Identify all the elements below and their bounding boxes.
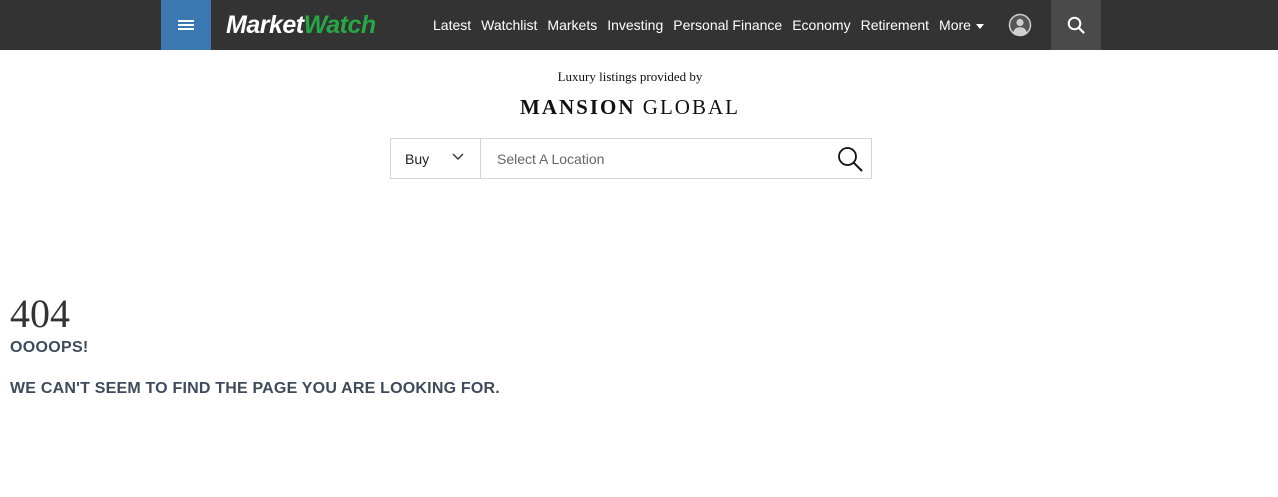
mansion-global-logo-part1: MANSION (520, 95, 636, 119)
nav-item-watchlist[interactable]: Watchlist (481, 17, 537, 33)
search-icon (1067, 16, 1085, 34)
user-avatar-icon (1008, 13, 1032, 37)
nav-more-dropdown[interactable]: More (939, 17, 984, 33)
main-nav: Latest Watchlist Markets Investing Perso… (433, 0, 984, 50)
mansion-global-logo-part2: GLOBAL (642, 95, 740, 119)
caret-down-icon (975, 24, 984, 29)
nav-item-latest[interactable]: Latest (433, 17, 471, 33)
nav-item-markets[interactable]: Markets (547, 17, 597, 33)
listing-search-bar: Buy (390, 138, 872, 179)
user-account-button[interactable] (1008, 13, 1032, 37)
listing-type-value: Buy (405, 150, 430, 167)
magnifier-icon (838, 146, 863, 171)
header-search-button[interactable] (1051, 0, 1101, 50)
listings-provided-by-label: Luxury listings provided by (557, 69, 703, 84)
error-headline: OOOOPS! (10, 339, 89, 356)
chevron-down-icon (452, 153, 464, 160)
error-code: 404 (10, 291, 70, 336)
nav-item-economy[interactable]: Economy (792, 17, 850, 33)
top-navigation-bar: Market Watch Latest Watchlist Markets Inv… (0, 0, 1278, 50)
listing-type-select[interactable]: Buy (391, 139, 481, 178)
nav-item-investing[interactable]: Investing (607, 17, 663, 33)
logo-watch-text: Watch (303, 10, 377, 39)
location-search-input[interactable] (481, 139, 829, 178)
nav-item-retirement[interactable]: Retirement (861, 17, 929, 33)
error-message: WE CAN'T SEEM TO FIND THE PAGE YOU ARE L… (10, 380, 500, 397)
hamburger-menu-icon (178, 19, 194, 31)
nav-more-label: More (939, 17, 971, 33)
mansion-global-logo[interactable]: MANSION GLOBAL (0, 95, 1260, 120)
logo-market-text: Market (226, 10, 304, 39)
marketwatch-logo[interactable]: Market Watch (226, 9, 376, 41)
nav-item-personal-finance[interactable]: Personal Finance (673, 17, 782, 33)
hamburger-menu-button[interactable] (161, 0, 211, 50)
listing-search-button[interactable] (829, 139, 871, 178)
